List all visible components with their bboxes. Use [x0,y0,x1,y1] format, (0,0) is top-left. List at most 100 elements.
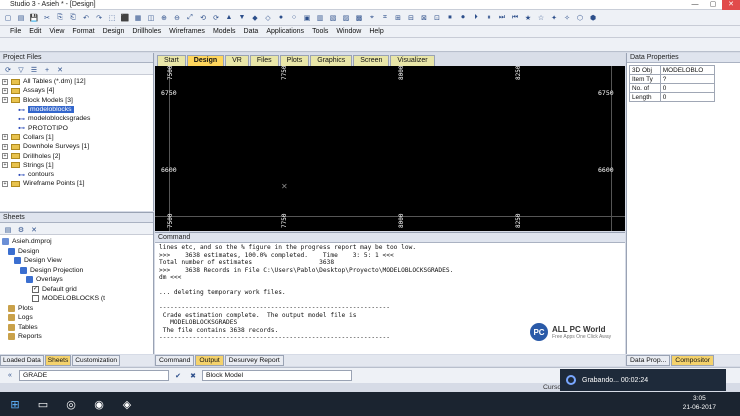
tab-sheets[interactable]: Sheets [44,355,72,366]
menu-item-applications[interactable]: Applications [262,28,308,35]
menu-item-models[interactable]: Models [209,28,240,35]
maximize-button[interactable]: ▢ [704,0,722,10]
toolbar-button-icon[interactable]: ⬡ [574,12,586,24]
sheet-item[interactable]: Design View [2,256,151,266]
sheet-item[interactable]: Design Projection [2,266,151,276]
toolbar-button-icon[interactable]: ★ [522,12,534,24]
new-sheet-icon[interactable]: ▤ [2,224,14,236]
file-explorer-icon[interactable]: ▭ [32,394,54,414]
back-icon[interactable]: « [4,370,16,382]
tree-item[interactable]: + Collars [1] [2,133,151,142]
expand-icon[interactable]: + [2,153,8,160]
toolbar-button-icon[interactable]: ▨ [340,12,352,24]
expand-icon[interactable]: + [2,78,8,85]
toolbar-button-icon[interactable]: ⏭ [496,12,508,24]
windows-start-icon[interactable]: ⊞ [4,394,26,414]
toolbar-button-icon[interactable]: ⊡ [431,12,443,24]
sheet-item[interactable]: Logs [2,313,151,323]
toolbar-button-icon[interactable]: ⏹ [444,12,456,24]
design-viewport[interactable]: 6750 6600 6750 6600 7750 8000 8250 7750 … [155,66,625,231]
expand-icon[interactable]: + [2,134,8,141]
toolbar-button-icon[interactable]: 💾 [28,12,40,24]
tree-item[interactable]: + Downhole Surveys [1] [2,142,151,151]
toolbar-button-icon[interactable]: ⊞ [392,12,404,24]
expand-icon[interactable]: + [2,180,8,187]
toolbar-button-icon[interactable]: ✂ [41,12,53,24]
view-tab-graphics[interactable]: Graphics [310,55,353,66]
toolbar-button-icon[interactable]: ✧ [561,12,573,24]
toolbar-button-icon[interactable]: ⬢ [587,12,599,24]
sheet-item[interactable]: Design [2,247,151,257]
toolbar-button-icon[interactable]: ◇ [262,12,274,24]
toolbar-button-icon[interactable]: ⏺ [457,12,469,24]
toolbar-button-icon[interactable]: ⬛ [119,12,131,24]
filter-icon[interactable]: ▽ [15,64,27,76]
tab-output[interactable]: Output [195,355,224,366]
minimize-button[interactable]: — [686,0,704,10]
toolbar-button-icon[interactable]: ● [275,12,287,24]
sheet-item[interactable]: Plots [2,304,151,314]
visibility-checkbox[interactable] [32,295,39,303]
menu-item-help[interactable]: Help [365,28,387,35]
chrome-icon[interactable]: ◎ [60,394,82,414]
view-tab-vr[interactable]: VR [225,55,249,66]
toolbar-button-icon[interactable]: ◫ [145,12,157,24]
tree-item[interactable]: + Assays [4] [2,86,151,95]
property-value[interactable]: ? [659,74,716,84]
toolbar-button-icon[interactable]: ▼ [236,12,248,24]
toolbar-button-icon[interactable]: ✦ [548,12,560,24]
toolbar-button-icon[interactable]: ⊖ [171,12,183,24]
tab-data-prop-[interactable]: Data Prop... [626,355,671,366]
tree-item[interactable]: ⊷ PROTOTIPO [2,123,151,133]
menu-item-design[interactable]: Design [99,28,129,35]
toolbar-button-icon[interactable]: ▤ [15,12,27,24]
toolbar-button-icon[interactable]: ⏮ [509,12,521,24]
menu-item-view[interactable]: View [45,28,68,35]
toolbar-button-icon[interactable]: ⟳ [210,12,222,24]
toolbar-button-icon[interactable]: ⬚ [106,12,118,24]
screen-recorder[interactable]: Grabando... 00:02:24 [560,369,726,391]
expand-icon[interactable]: + [2,87,8,94]
toolbar-button-icon[interactable]: ▣ [301,12,313,24]
menu-item-drillholes[interactable]: Drillholes [128,28,165,35]
toolbar-button-icon[interactable]: ◆ [249,12,261,24]
close-button[interactable]: ✕ [722,0,740,10]
view-tab-files[interactable]: Files [249,55,279,66]
sheet-item[interactable]: Tables [2,323,151,333]
toolbar-button-icon[interactable]: ⌗ [379,12,391,24]
property-value[interactable]: 0 [659,92,716,102]
toolbar-button-icon[interactable]: ⎘ [54,12,66,24]
sheet-delete-icon[interactable]: ✕ [28,224,40,236]
delete-icon[interactable]: ✕ [54,64,66,76]
toolbar-button-icon[interactable]: ○ [288,12,300,24]
apply-icon[interactable]: ✔ [172,370,184,382]
object-field[interactable]: Block Model [202,370,352,381]
toolbar-button-icon[interactable]: ▦ [132,12,144,24]
toolbar-button-icon[interactable]: ▢ [2,12,14,24]
toolbar-button-icon[interactable]: ▥ [314,12,326,24]
list-icon[interactable]: ☰ [28,64,40,76]
visibility-checkbox[interactable]: ✓ [32,285,39,293]
tree-item[interactable]: ⊷ contours [2,170,151,179]
toolbar-button-icon[interactable]: ⊕ [158,12,170,24]
toolbar-button-icon[interactable]: ⎗ [67,12,79,24]
tab-command[interactable]: Command [155,355,195,366]
sheet-item[interactable]: Overlays [2,275,151,285]
tree-item[interactable]: + Wireframe Points [1] [2,179,151,188]
toolbar-button-icon[interactable]: ⊟ [405,12,417,24]
menu-item-edit[interactable]: Edit [25,28,45,35]
toolbar-button-icon[interactable]: ⏸ [483,12,495,24]
toolbar-button-icon[interactable]: ⊠ [418,12,430,24]
property-value[interactable]: MODELOBLO [659,65,716,75]
toolbar-button-icon[interactable]: ↶ [80,12,92,24]
menu-item-window[interactable]: Window [332,28,365,35]
view-tab-start[interactable]: Start [157,55,186,66]
tree-item[interactable]: ⊷ modeloblocksgrades [2,114,151,123]
sheet-item[interactable]: Reports [2,332,151,342]
sheet-item[interactable]: MODELOBLOCKS (t [2,294,151,304]
toolbar-button-icon[interactable]: ▧ [327,12,339,24]
sheet-settings-icon[interactable]: ⚙ [15,224,27,236]
tab-customization[interactable]: Customization [72,355,121,366]
expand-icon[interactable]: + [2,97,8,104]
toolbar-button-icon[interactable]: ↷ [93,12,105,24]
